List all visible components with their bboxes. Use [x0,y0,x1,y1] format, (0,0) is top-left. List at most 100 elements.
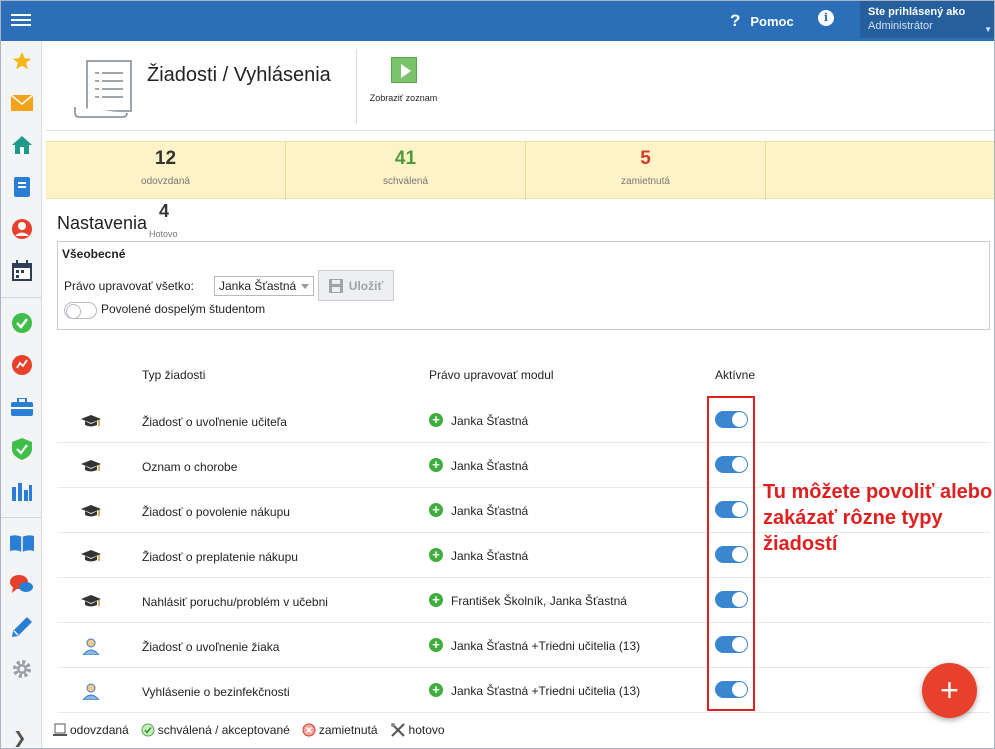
adult-students-label: Povolené dospelým študentom [101,302,266,316]
stats-bar: 12 odovzdaná 41 schválená 5 zamietnutá [46,141,994,200]
save-button[interactable]: Uložiť [318,270,394,301]
row-name[interactable]: Žiadosť o preplatenie nákupu [142,550,298,564]
user-name: Administrátor [868,20,933,32]
check-circle-icon[interactable] [10,311,34,335]
legend-label: odovzdaná [70,723,129,737]
row-name[interactable]: Vyhlásenie o bezinfekčnosti [142,685,290,699]
show-list-button[interactable]: Zobraziť zoznam [366,57,441,103]
column-header-active: Aktívne [715,368,756,382]
active-toggle[interactable] [715,591,748,608]
document-icon [73,57,135,122]
row-name[interactable]: Žiadosť o povolenie nákupu [142,505,290,519]
active-toggle[interactable] [715,501,748,518]
legend-label: schválená / akceptované [157,723,290,737]
bar-chart-icon[interactable] [10,479,34,503]
user-menu[interactable]: Ste prihlásený ako Administrátor ▼ [860,1,994,38]
add-editor-icon[interactable]: + [429,638,443,652]
edit-all-value: Janka Šťastná [219,279,297,293]
settings-heading: Nastavenia [57,213,148,233]
active-toggle[interactable] [715,546,748,563]
row-name[interactable]: Žiadosť o uvoľnenie učiteľa [142,415,287,429]
add-button[interactable]: + [922,663,977,718]
general-settings-panel: Všeobecné Právo upravovať všetko: Janka … [57,241,990,330]
done-count[interactable]: 4 [159,201,169,222]
add-editor-icon[interactable]: + [429,683,443,697]
page-title: Žiadosti / Vyhlásenia [147,64,331,86]
active-toggle[interactable] [715,636,748,653]
person-icon[interactable] [10,217,34,241]
legend-label: hotovo [408,723,445,737]
panel-title: Všeobecné [62,247,126,261]
star-icon[interactable] [10,49,34,73]
table-row[interactable]: Žiadosť o uvoľnenie žiaka + Janka Šťastn… [57,623,990,668]
table-row[interactable]: Nahlásiť poruchu/problém v učebni + Fran… [57,578,990,623]
notebook-icon[interactable] [10,175,34,199]
student-icon [82,638,100,655]
legend-rejected: zamietnutá [302,723,378,737]
edit-all-select[interactable]: Janka Šťastná [214,276,314,296]
gear-icon[interactable] [10,657,34,681]
row-editors: František Školník, Janka Šťastná [451,594,627,608]
header-divider [356,49,357,124]
x-circle-icon [302,723,316,737]
sidebar-divider [1,297,42,298]
stat-rejected[interactable]: 5 zamietnutá [526,142,766,200]
active-toggle[interactable] [715,456,748,473]
help-label: Pomoc [750,13,794,29]
adult-students-toggle[interactable] [64,302,97,319]
row-name[interactable]: Nahlásiť poruchu/problém v učebni [142,595,328,609]
column-header-type: Typ žiadosti [142,368,206,382]
shield-check-icon[interactable] [10,437,34,461]
save-label: Uložiť [348,278,384,293]
question-icon: ? [730,11,741,30]
active-toggle[interactable] [715,411,748,428]
help-button[interactable]: ? Pomoc [730,11,794,31]
legend-approved: schválená / akceptované [141,723,290,737]
row-editors: Janka Šťastná [451,414,529,428]
chevron-right-icon[interactable]: ❯ [13,728,26,748]
chat-icon[interactable] [10,573,34,597]
stat-label: schválená [382,176,429,187]
book-icon[interactable] [10,531,34,555]
active-toggle[interactable] [715,681,748,698]
add-editor-icon[interactable]: + [429,593,443,607]
add-editor-icon[interactable]: + [429,458,443,472]
show-list-label: Zobraziť zoznam [369,93,438,103]
row-name[interactable]: Oznam o chorobe [142,460,237,474]
annotation-text: Tu môžete povoliť alebo zakázať rôzne ty… [763,481,993,555]
stat-submitted[interactable]: 12 odovzdaná [46,142,286,200]
chart-pie-icon[interactable] [10,353,34,377]
pen-icon[interactable] [10,615,34,639]
row-editors: Janka Šťastná [451,459,529,473]
sidebar-divider [1,517,42,518]
stat-label: zamietnutá [621,176,670,187]
legend-submitted: odovzdaná [53,723,129,737]
table-row[interactable]: Vyhlásenie o bezinfekčnosti + Janka Šťas… [57,668,990,713]
table-row[interactable]: Žiadosť o uvoľnenie učiteľa + Janka Šťas… [57,398,990,443]
menu-icon[interactable] [11,11,31,29]
student-icon [82,683,100,700]
check-circle-icon [141,723,155,737]
add-editor-icon[interactable]: + [429,413,443,427]
home-icon[interactable] [10,133,34,157]
chevron-down-icon: ▼ [984,25,992,34]
row-name[interactable]: Žiadosť o uvoľnenie žiaka [142,640,279,654]
stat-label: odovzdaná [141,176,190,187]
graduation-cap-icon [81,505,101,517]
chevron-down-icon [301,284,309,289]
add-editor-icon[interactable]: + [429,503,443,517]
graduation-cap-icon [81,460,101,472]
briefcase-icon[interactable] [10,395,34,419]
info-icon[interactable]: i [818,10,834,26]
stat-value: 5 [640,148,651,169]
mail-icon[interactable] [10,91,34,115]
calendar-icon[interactable] [10,259,34,283]
graduation-cap-icon [81,595,101,607]
legend-label: zamietnutá [318,723,378,737]
done-label: Hotovo [149,229,178,239]
stat-value: 12 [154,148,177,169]
stat-approved[interactable]: 41 schválená [286,142,526,200]
stat-value: 41 [394,148,417,169]
add-editor-icon[interactable]: + [429,548,443,562]
row-editors: Janka Šťastná [451,549,529,563]
